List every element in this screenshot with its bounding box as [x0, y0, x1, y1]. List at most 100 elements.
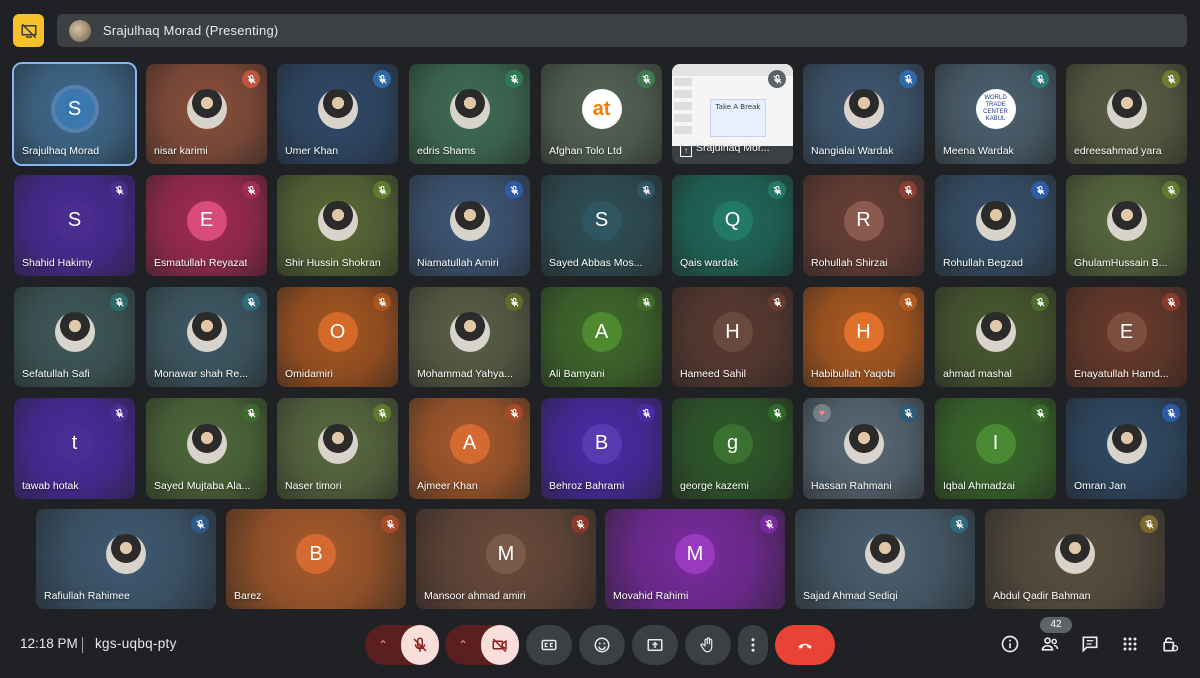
participant-tile[interactable]: Abdul Qadir Bahman — [985, 509, 1165, 609]
present-screen-icon: ↑ — [680, 145, 692, 157]
participant-tile[interactable]: GhulamHussain B... — [1066, 175, 1187, 276]
captions-button[interactable] — [526, 625, 572, 665]
present-screen-button[interactable] — [632, 625, 678, 665]
mic-muted-icon — [110, 404, 128, 422]
participant-photo — [317, 423, 358, 464]
raise-hand-button[interactable] — [685, 625, 731, 665]
participant-name: Srajulhaq Morad — [22, 145, 100, 157]
participant-name: Niamatullah Amiri — [417, 257, 499, 269]
mic-muted-icon — [637, 70, 655, 88]
people-icon — [1041, 637, 1059, 651]
participant-tile[interactable]: A Ajmeer Khan — [409, 398, 530, 499]
participant-tile[interactable]: Sayed Mujtaba Ala... — [146, 398, 267, 499]
participant-tile[interactable]: I Iqbal Ahmadzai — [935, 398, 1056, 499]
participant-name: Mansoor ahmad amiri — [424, 590, 526, 602]
participant-name: Monawar shah Re... — [154, 368, 248, 380]
mic-off-button[interactable] — [401, 625, 439, 665]
participant-tile[interactable]: edris Shams — [409, 64, 530, 164]
participant-photo — [186, 89, 227, 129]
participant-tile[interactable]: Umer Khan — [277, 64, 398, 164]
participant-photo — [106, 534, 146, 574]
participant-tile[interactable]: Monawar shah Re... — [146, 287, 267, 387]
participant-name: Iqbal Ahmadzai — [943, 480, 1015, 492]
participant-tile[interactable]: Nangialai Wardak — [803, 64, 924, 164]
leave-call-button[interactable] — [775, 625, 835, 665]
participant-tile[interactable]: g george kazemi — [672, 398, 793, 499]
participant-name: Naser timori — [285, 480, 342, 492]
divider — [82, 637, 83, 653]
participant-tile[interactable]: Rohullah Begzad — [935, 175, 1056, 276]
participant-tile[interactable]: Niamatullah Amiri — [409, 175, 530, 276]
mic-muted-icon — [1031, 181, 1049, 199]
more-options-button[interactable] — [738, 625, 768, 665]
participant-photo — [1106, 89, 1147, 129]
participant-tile[interactable]: R Rohullah Shirzai — [803, 175, 924, 276]
participant-name: Rohullah Shirzai — [811, 257, 888, 269]
participant-tile[interactable]: edreesahmad yara — [1066, 64, 1187, 164]
participant-name: Esmatullah Reyazat — [154, 257, 248, 269]
mic-muted-icon — [571, 515, 589, 533]
people-button[interactable] — [1038, 632, 1062, 656]
participant-tile[interactable]: H Hameed Sahil — [672, 287, 793, 387]
host-controls-icon — [1163, 637, 1179, 652]
meeting-details-button[interactable] — [998, 632, 1022, 656]
participant-tile[interactable]: S Sayed Abbas Mos... — [541, 175, 662, 276]
participant-tile[interactable]: Naser timori — [277, 398, 398, 499]
emoji-reactions-button[interactable] — [579, 625, 625, 665]
camera-options-chevron-icon[interactable]: ⌃ — [445, 625, 481, 665]
mic-options-chevron-icon[interactable]: ⌃ — [365, 625, 401, 665]
participant-initial-avatar: S — [581, 200, 622, 241]
participant-tile[interactable]: Q Qais wardak — [672, 175, 793, 276]
participant-tile[interactable]: M Movahid Rahimi — [605, 509, 785, 609]
activities-button[interactable] — [1118, 632, 1142, 656]
participant-tile[interactable]: M Mansoor ahmad amiri — [416, 509, 596, 609]
participant-tile[interactable]: WORLD TRADE CENTER KABUL Meena Wardak — [935, 64, 1056, 164]
participant-tile[interactable]: A Ali Bamyani — [541, 287, 662, 387]
participant-tile[interactable]: Rafiullah Rahimee — [36, 509, 216, 609]
mic-muted-icon — [505, 293, 523, 311]
camera-off-button[interactable] — [481, 625, 519, 665]
participant-photo — [1055, 534, 1095, 574]
participant-name: GhulamHussain B... — [1074, 257, 1168, 269]
participant-tile[interactable]: ahmad mashal — [935, 287, 1056, 387]
participant-initial-avatar: Q — [712, 200, 753, 241]
participant-tile[interactable]: t tawab hotak — [14, 398, 135, 499]
participant-tile[interactable]: E Enayatullah Hamd... — [1066, 287, 1187, 387]
participant-tile[interactable]: at Afghan Tolo Ltd — [541, 64, 662, 164]
mic-muted-icon — [242, 181, 260, 199]
participant-tile[interactable]: Shir Hussin Shokran — [277, 175, 398, 276]
participant-tile[interactable]: H Habibullah Yaqobi — [803, 287, 924, 387]
participant-tile[interactable]: nisar karimi — [146, 64, 267, 164]
participant-tile[interactable]: ♥ Hassan Rahmani — [803, 398, 924, 499]
participant-tile[interactable]: Sefatullah Safi — [14, 287, 135, 387]
participant-tile[interactable]: B Barez — [226, 509, 406, 609]
participant-tile[interactable]: S Srajulhaq Morad — [14, 64, 135, 164]
participant-tile[interactable]: Take A Break ↑ Srajulhaq Mor... — [672, 64, 793, 164]
mic-muted-icon — [1162, 404, 1180, 422]
participant-name: Nangialai Wardak — [811, 145, 894, 157]
mic-muted-icon — [110, 293, 128, 311]
hangup-icon — [798, 643, 812, 649]
participant-name: Qais wardak — [680, 257, 739, 269]
participant-name: tawab hotak — [22, 480, 79, 492]
participant-name: george kazemi — [680, 480, 749, 492]
host-controls-button[interactable] — [1158, 632, 1182, 656]
participant-tile[interactable]: O Omidamiri — [277, 287, 398, 387]
mic-muted-icon — [1140, 515, 1158, 533]
chat-button[interactable] — [1078, 632, 1102, 656]
participant-tile[interactable]: B Behroz Bahrami — [541, 398, 662, 499]
participant-logo: WORLD TRADE CENTER KABUL — [975, 89, 1016, 129]
participant-photo — [1106, 423, 1147, 464]
participant-tile[interactable]: Omran Jan — [1066, 398, 1187, 499]
present-screen-icon — [647, 639, 663, 651]
participant-tile[interactable]: Sajad Ahmad Sediqi — [795, 509, 975, 609]
participant-name: Sayed Mujtaba Ala... — [154, 480, 251, 492]
participant-initial-avatar: B — [296, 534, 336, 574]
reaction-heart-icon: ♥ — [813, 404, 831, 422]
participant-name: Afghan Tolo Ltd — [549, 145, 622, 157]
participant-tile[interactable]: E Esmatullah Reyazat — [146, 175, 267, 276]
mic-muted-icon — [899, 70, 917, 88]
mic-muted-icon — [1162, 181, 1180, 199]
participant-tile[interactable]: S Shahid Hakimy — [14, 175, 135, 276]
participant-tile[interactable]: Mohammad Yahya... — [409, 287, 530, 387]
